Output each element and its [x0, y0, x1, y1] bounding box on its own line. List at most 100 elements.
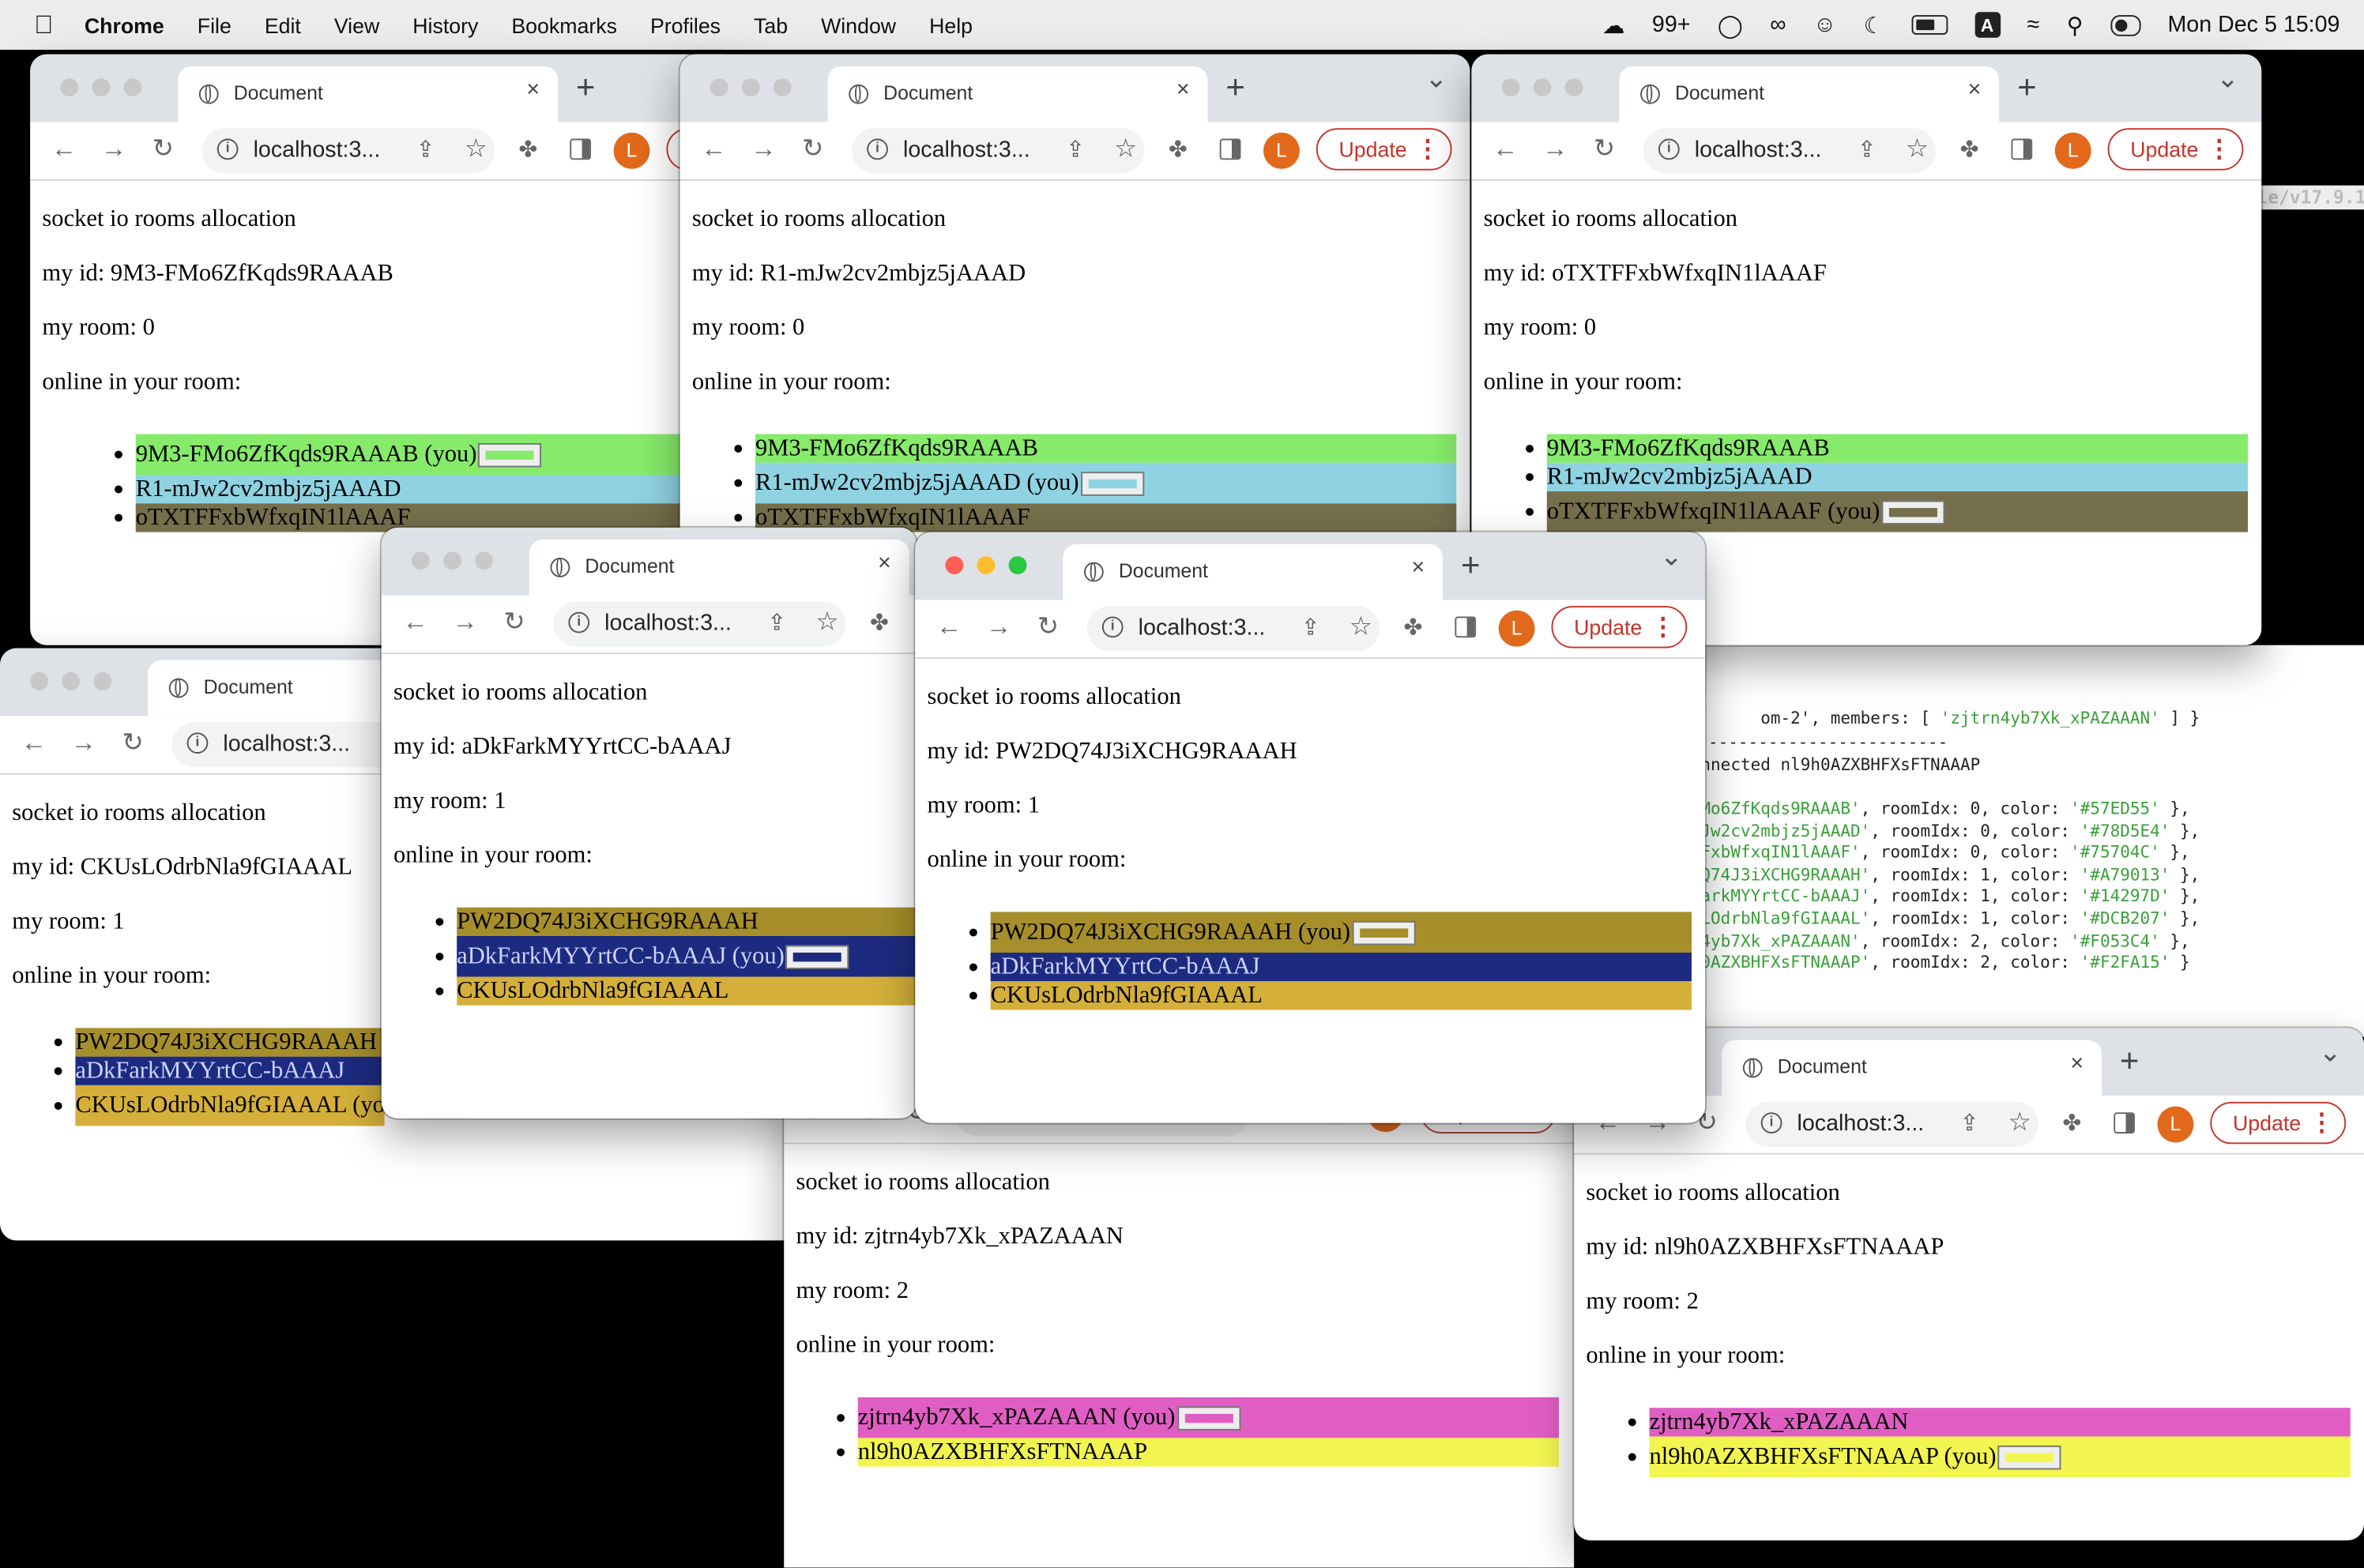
- update-button[interactable]: Update ⋮: [2107, 128, 2244, 171]
- new-tab-button[interactable]: +: [1461, 548, 1481, 582]
- extensions-icon[interactable]: ✤: [2062, 1109, 2081, 1136]
- share-icon[interactable]: ⇪: [416, 136, 435, 163]
- tab-search-chevron-icon[interactable]: ⌄: [2216, 63, 2239, 95]
- side-panel-icon[interactable]: [1219, 138, 1241, 160]
- reload-icon[interactable]: ↻: [152, 134, 174, 164]
- bookmark-star-icon[interactable]: ☆: [1350, 612, 1372, 642]
- update-button[interactable]: Update ⋮: [1316, 128, 1452, 171]
- url-text[interactable]: localhost:3...: [254, 137, 381, 163]
- close-tab-icon[interactable]: ×: [2070, 1051, 2084, 1076]
- control-center-icon[interactable]: [2110, 14, 2141, 36]
- forward-arrow-icon[interactable]: →: [71, 728, 96, 758]
- site-info-icon[interactable]: i: [1101, 616, 1124, 638]
- menu-edit[interactable]: Edit: [265, 13, 301, 37]
- moon-icon[interactable]: ☾: [1864, 9, 1884, 39]
- close-tab-icon[interactable]: ×: [526, 77, 540, 102]
- forward-arrow-icon[interactable]: →: [452, 607, 477, 637]
- address-bar[interactable]: i localhost:3... ⇪ ☆: [553, 601, 846, 647]
- extensions-icon[interactable]: ✤: [1403, 614, 1422, 641]
- profile-avatar[interactable]: L: [1498, 610, 1535, 647]
- close-window-button[interactable]: [1501, 78, 1520, 97]
- profile-avatar[interactable]: L: [1263, 132, 1300, 169]
- address-bar[interactable]: i localhost:3... ⇪ ☆: [852, 128, 1145, 174]
- forward-arrow-icon[interactable]: →: [1542, 134, 1568, 164]
- address-bar[interactable]: i localhost:3... ⇪ ☆: [201, 128, 495, 174]
- bookmark-star-icon[interactable]: ☆: [465, 134, 487, 164]
- address-bar[interactable]: i localhost:3... ⇪ ☆: [1745, 1101, 2038, 1148]
- back-arrow-icon[interactable]: ←: [936, 612, 962, 642]
- menu-view[interactable]: View: [334, 13, 379, 37]
- side-panel-icon[interactable]: [2011, 138, 2033, 160]
- apple-icon[interactable]: : [30, 9, 57, 39]
- browser-tab[interactable]: Document ×: [1619, 66, 2000, 122]
- browser-tab[interactable]: Document ×: [827, 66, 1208, 122]
- more-menu-icon[interactable]: ⋮: [1416, 134, 1440, 164]
- bookmark-star-icon[interactable]: ☆: [1114, 134, 1137, 164]
- address-bar[interactable]: i localhost:3... ⇪ ☆: [1643, 128, 1937, 174]
- tab-search-chevron-icon[interactable]: ⌄: [1660, 541, 1683, 573]
- profile-avatar[interactable]: L: [613, 132, 650, 169]
- close-tab-icon[interactable]: ×: [878, 550, 891, 575]
- onepassword-icon[interactable]: ◯: [1718, 9, 1743, 39]
- close-window-button[interactable]: [411, 551, 430, 570]
- forward-arrow-icon[interactable]: →: [986, 612, 1011, 642]
- side-panel-icon[interactable]: [1455, 616, 1477, 638]
- color-swatch[interactable]: [785, 946, 849, 970]
- menu-bookmarks[interactable]: Bookmarks: [511, 13, 617, 37]
- minimize-window-button[interactable]: [1533, 78, 1552, 97]
- close-window-button[interactable]: [30, 672, 49, 690]
- notification-count[interactable]: 99+: [1652, 9, 1691, 39]
- reload-icon[interactable]: ↻: [503, 607, 525, 637]
- new-tab-button[interactable]: +: [2017, 70, 2037, 104]
- zoom-window-button[interactable]: [773, 78, 792, 97]
- more-menu-icon[interactable]: ⋮: [2208, 134, 2232, 164]
- browser-tab[interactable]: Document ×: [178, 66, 559, 122]
- close-window-button[interactable]: [60, 78, 79, 97]
- zoom-window-button[interactable]: [475, 551, 493, 570]
- color-swatch[interactable]: [1351, 921, 1416, 946]
- profile-avatar[interactable]: L: [2054, 132, 2091, 169]
- color-swatch[interactable]: [1881, 501, 1945, 525]
- update-button[interactable]: Update ⋮: [1551, 606, 1688, 649]
- share-icon[interactable]: ⇪: [767, 609, 786, 636]
- color-swatch[interactable]: [1176, 1406, 1240, 1431]
- search-icon[interactable]: ⚲: [2067, 9, 2084, 39]
- back-arrow-icon[interactable]: ←: [51, 134, 77, 164]
- site-info-icon[interactable]: i: [867, 138, 888, 160]
- minimize-window-button[interactable]: [62, 672, 81, 690]
- extensions-icon[interactable]: ✤: [518, 136, 537, 163]
- battery-icon[interactable]: [1910, 15, 1948, 35]
- close-window-button[interactable]: [945, 556, 964, 575]
- bookmark-star-icon[interactable]: ☆: [815, 607, 838, 637]
- menu-history[interactable]: History: [412, 13, 478, 37]
- wifi-icon[interactable]: ≈: [2027, 9, 2040, 39]
- bookmark-star-icon[interactable]: ☆: [1906, 134, 1929, 164]
- url-text[interactable]: localhost:3...: [1139, 615, 1266, 641]
- site-info-icon[interactable]: i: [186, 732, 209, 754]
- back-arrow-icon[interactable]: ←: [1493, 134, 1518, 164]
- menu-help[interactable]: Help: [929, 13, 973, 37]
- zoom-window-button[interactable]: [123, 78, 142, 97]
- menu-file[interactable]: File: [198, 13, 232, 37]
- minimize-window-button[interactable]: [92, 78, 111, 97]
- share-icon[interactable]: ⇪: [1066, 136, 1085, 163]
- url-text[interactable]: localhost:3...: [604, 611, 732, 636]
- new-tab-button[interactable]: +: [1225, 70, 1245, 104]
- input-source-badge[interactable]: A: [1974, 12, 2001, 38]
- zoom-window-button[interactable]: [93, 672, 112, 690]
- more-menu-icon[interactable]: ⋮: [1651, 612, 1675, 642]
- minimize-window-button[interactable]: [741, 78, 760, 97]
- wechat-icon[interactable]: ☁: [1602, 9, 1625, 39]
- browser-tab[interactable]: Document ×: [529, 540, 909, 596]
- new-tab-button[interactable]: +: [576, 70, 596, 104]
- browser-tab[interactable]: Document ×: [1063, 543, 1444, 600]
- menu-profiles[interactable]: Profiles: [650, 13, 721, 37]
- reload-icon[interactable]: ↻: [802, 134, 823, 164]
- close-window-button[interactable]: [710, 78, 728, 97]
- forward-arrow-icon[interactable]: →: [101, 134, 126, 164]
- url-text[interactable]: localhost:3...: [1797, 1111, 1925, 1136]
- finder-icon[interactable]: ☺: [1813, 9, 1836, 39]
- datetime[interactable]: Mon Dec 5 15:09: [2167, 9, 2340, 39]
- share-icon[interactable]: ⇪: [1858, 136, 1877, 163]
- reload-icon[interactable]: ↻: [1037, 612, 1059, 642]
